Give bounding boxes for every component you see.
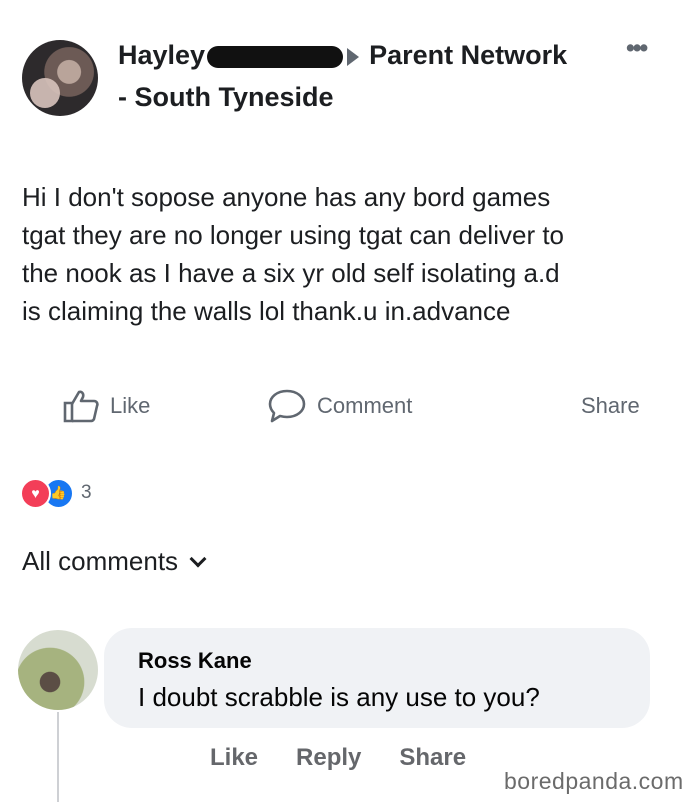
comment-label: Comment [317, 393, 413, 418]
comment-share-button[interactable]: Share [399, 744, 466, 772]
post-actions: Like Comment Share [62, 386, 662, 426]
author-location: - South Tyneside [118, 82, 334, 112]
thumb-up-icon [63, 390, 99, 423]
share-button[interactable]: Share [581, 386, 640, 426]
comment-author[interactable]: Ross Kane [138, 648, 252, 674]
reactions-summary[interactable]: ♥ 👍 3 [20, 477, 92, 509]
group-name[interactable]: Parent Network [369, 40, 567, 70]
post-text-line: is claiming the walls lol thank.u in.adv… [22, 296, 511, 326]
post-text-line: tgat they are no longer using tgat can d… [22, 220, 565, 250]
comment-like-button[interactable]: Like [210, 744, 258, 772]
comments-filter-label: All comments [22, 546, 179, 576]
author-line: Hayley Parent Network [118, 38, 567, 72]
comment-button[interactable]: Comment [267, 386, 412, 426]
author-name[interactable]: Hayley [118, 40, 205, 70]
like-label: Like [110, 393, 151, 418]
redaction-bar [207, 45, 344, 68]
reaction-count: 3 [81, 482, 92, 503]
comment-reply-button[interactable]: Reply [296, 744, 361, 772]
share-label: Share [581, 393, 640, 418]
arrow-right-icon [347, 47, 360, 66]
post-text: Hi I don't sopose anyone has any bord ga… [22, 178, 682, 330]
post-text-line: Hi I don't sopose anyone has any bord ga… [22, 182, 551, 212]
post-text-line: the nook as I have a six yr old self iso… [22, 258, 560, 288]
commenter-avatar[interactable] [18, 630, 98, 710]
comments-filter-dropdown[interactable]: All comments [22, 546, 207, 577]
watermark: boredpanda.com [504, 768, 684, 794]
chevron-down-icon [189, 550, 207, 567]
post-header: Hayley Parent Network - South Tyneside ••… [22, 34, 682, 124]
comment-text: I doubt scrabble is any use to you? [138, 682, 540, 712]
comment-actions: Like Reply Share [210, 744, 466, 772]
avatar-child-photo [30, 78, 60, 108]
love-reaction-icon: ♥ [20, 477, 51, 509]
thread-line [57, 712, 59, 802]
more-options-icon[interactable]: ••• [626, 34, 648, 63]
author-avatar[interactable] [22, 40, 98, 116]
like-button[interactable]: Like [62, 386, 150, 426]
comment-bubble: Ross Kane I doubt scrabble is any use to… [104, 628, 650, 728]
comment-icon [268, 389, 306, 423]
